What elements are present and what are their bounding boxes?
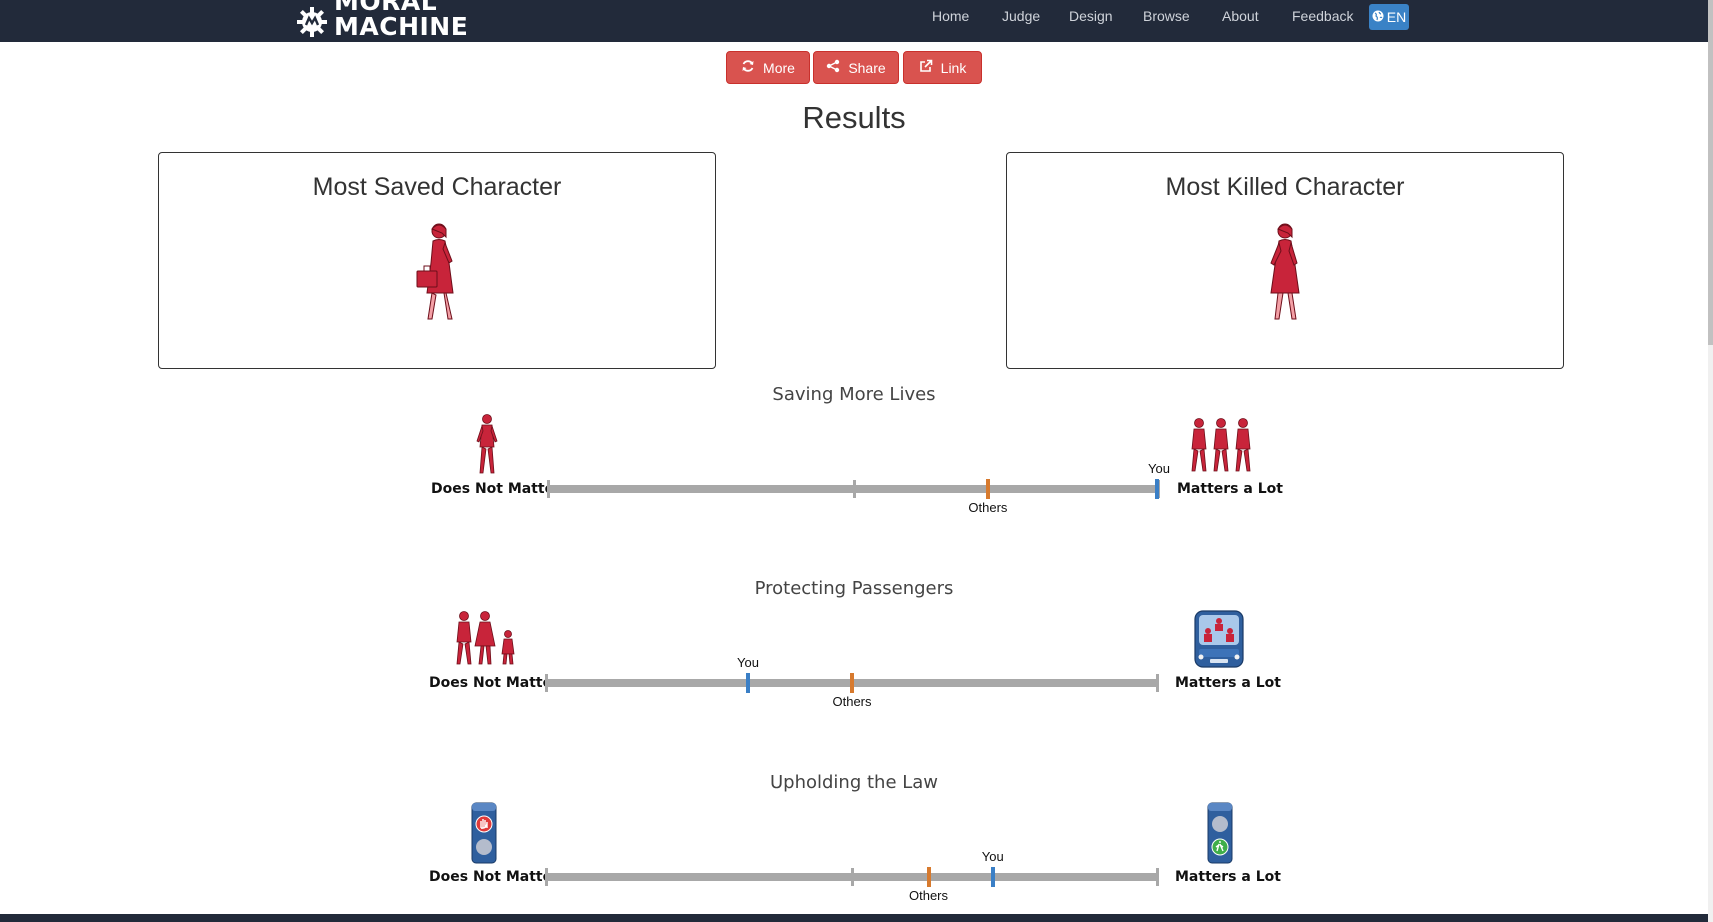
red-traffic-light-icon — [471, 802, 497, 868]
others-marker — [985, 479, 990, 499]
others-label: Others — [832, 694, 872, 709]
right-label-saving-lives: Matters a Lot — [1177, 481, 1283, 497]
scale-left-cap — [547, 480, 550, 498]
footer-bar — [0, 914, 1708, 922]
gear-logo-icon — [296, 6, 328, 42]
you-label: You — [981, 849, 1004, 864]
you-marker — [1155, 479, 1159, 499]
woman-icon — [1265, 221, 1305, 325]
link-button[interactable]: Link — [903, 51, 982, 84]
language-button[interactable]: EN — [1369, 4, 1409, 30]
link-label: Link — [940, 59, 967, 76]
more-button[interactable]: More — [726, 51, 810, 84]
scale-mid-tick — [851, 868, 854, 886]
businesswoman-icon — [415, 221, 459, 325]
right-label-upholding-law: Matters a Lot — [1175, 869, 1281, 885]
left-label-protecting-passengers: Does Not Matter — [429, 675, 560, 691]
share-label: Share — [848, 59, 886, 76]
scale-mid-tick — [852, 480, 856, 498]
page-title: Results — [802, 100, 906, 135]
you-label: You — [736, 655, 759, 670]
scale-left-cap — [545, 674, 548, 692]
nav-about[interactable]: About — [1222, 8, 1259, 24]
left-label-saving-lives: Does Not Matter — [431, 481, 562, 497]
group-of-people-icon — [1188, 417, 1254, 477]
others-label: Others — [908, 888, 949, 903]
share-button[interactable]: Share — [813, 51, 899, 84]
scrollbar-thumb[interactable] — [1708, 0, 1713, 345]
others-marker — [926, 867, 931, 887]
external-link-icon — [919, 59, 933, 76]
most-saved-title: Most Saved Character — [312, 173, 562, 201]
brand-logo[interactable]: MORAL MACHINE — [296, 0, 468, 42]
nav-feedback[interactable]: Feedback — [1292, 8, 1353, 24]
green-traffic-light-icon — [1207, 802, 1233, 868]
most-saved-card: Most Saved Character — [158, 152, 716, 369]
scale-left-cap — [545, 868, 548, 886]
globe-icon — [1372, 9, 1384, 25]
nav-judge[interactable]: Judge — [1002, 8, 1040, 24]
nav-design[interactable]: Design — [1069, 8, 1113, 24]
others-marker — [850, 673, 854, 693]
more-label: More — [763, 59, 795, 76]
you-label: You — [1148, 461, 1170, 476]
navbar: MORAL MACHINE Home Judge Design Browse A… — [0, 0, 1708, 42]
others-label: Others — [968, 500, 1008, 515]
left-label-upholding-law: Does Not Matter — [429, 869, 560, 885]
section-title-protecting-passengers: Protecting Passengers — [754, 578, 954, 599]
right-label-protecting-passengers: Matters a Lot — [1175, 675, 1281, 691]
car-with-passengers-icon — [1193, 607, 1245, 673]
section-title-upholding-law: Upholding the Law — [769, 772, 939, 793]
scale-right-cap — [1156, 868, 1159, 886]
you-marker — [990, 867, 995, 887]
brand-name: MORAL MACHINE — [334, 0, 469, 41]
share-icon — [826, 59, 840, 76]
most-killed-card: Most Killed Character — [1006, 152, 1564, 369]
most-killed-title: Most Killed Character — [1165, 173, 1405, 201]
scale-right-cap — [1156, 674, 1159, 692]
pedestrians-family-icon — [453, 610, 517, 670]
language-label: EN — [1386, 9, 1407, 25]
section-title-saving-lives: Saving More Lives — [772, 384, 936, 405]
nav-home[interactable]: Home — [932, 8, 969, 24]
refresh-icon — [741, 59, 755, 76]
you-marker — [745, 673, 750, 693]
nav-browse[interactable]: Browse — [1143, 8, 1190, 24]
single-person-icon — [474, 413, 500, 479]
